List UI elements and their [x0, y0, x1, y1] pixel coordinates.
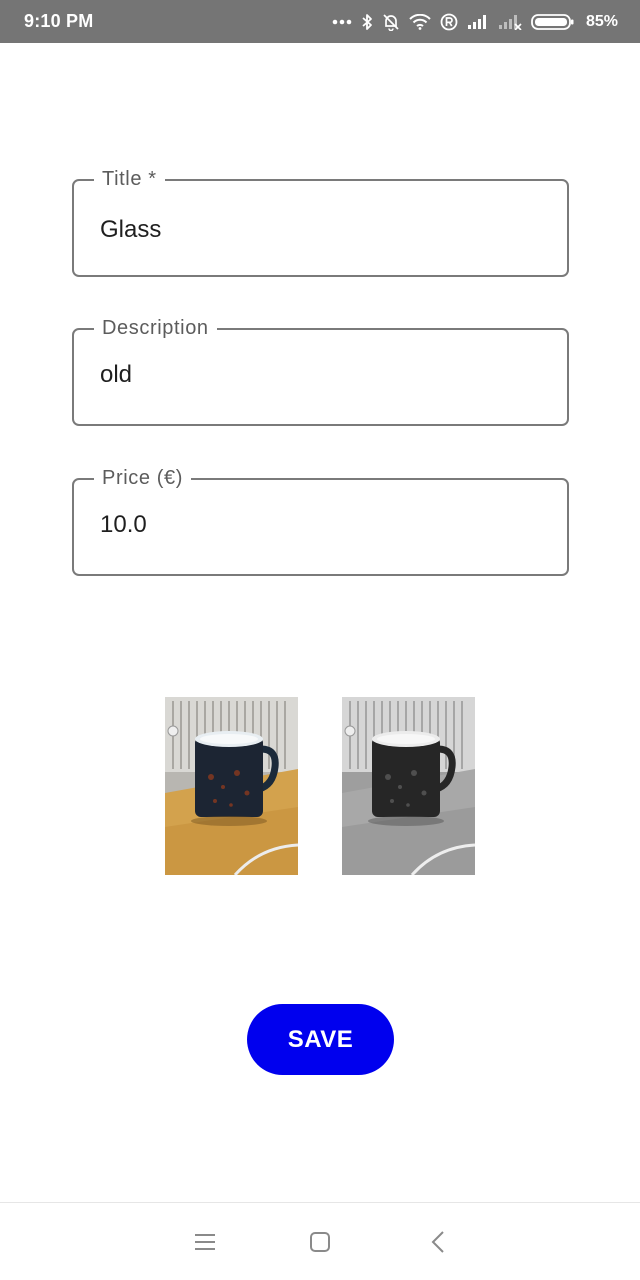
title-label: Title * — [94, 166, 165, 192]
signal-icon — [467, 14, 489, 30]
mug-photo-grayscale[interactable] — [342, 697, 475, 875]
battery-percent: 85% — [585, 12, 618, 30]
bluetooth-icon — [361, 13, 373, 31]
title-field[interactable]: Title * Glass — [72, 166, 569, 277]
status-time: 9:10 PM — [24, 11, 94, 31]
description-input[interactable]: old — [100, 360, 547, 390]
description-field[interactable]: Description old — [72, 315, 569, 426]
title-input[interactable]: Glass — [100, 215, 547, 245]
nav-bar — [0, 1202, 640, 1280]
mug-photo-color[interactable] — [165, 697, 298, 875]
price-input[interactable]: 10.0 — [100, 510, 547, 540]
signal-no-service-icon — [498, 14, 522, 30]
menu-icon[interactable] — [191, 1228, 219, 1256]
status-icons: 85% — [332, 13, 618, 31]
home-icon[interactable] — [306, 1228, 334, 1256]
status-bar: 9:10 PM 85% — [0, 0, 640, 43]
back-icon[interactable] — [424, 1228, 452, 1256]
battery-icon — [531, 13, 575, 31]
bell-muted-icon — [382, 13, 400, 31]
price-field[interactable]: Price (€) 10.0 — [72, 465, 569, 576]
wifi-icon — [409, 13, 431, 30]
registered-icon — [440, 13, 458, 31]
description-label: Description — [94, 315, 217, 341]
price-label: Price (€) — [94, 465, 191, 491]
save-button[interactable]: SAVE — [247, 1004, 394, 1075]
more-dots-icon — [332, 19, 352, 25]
